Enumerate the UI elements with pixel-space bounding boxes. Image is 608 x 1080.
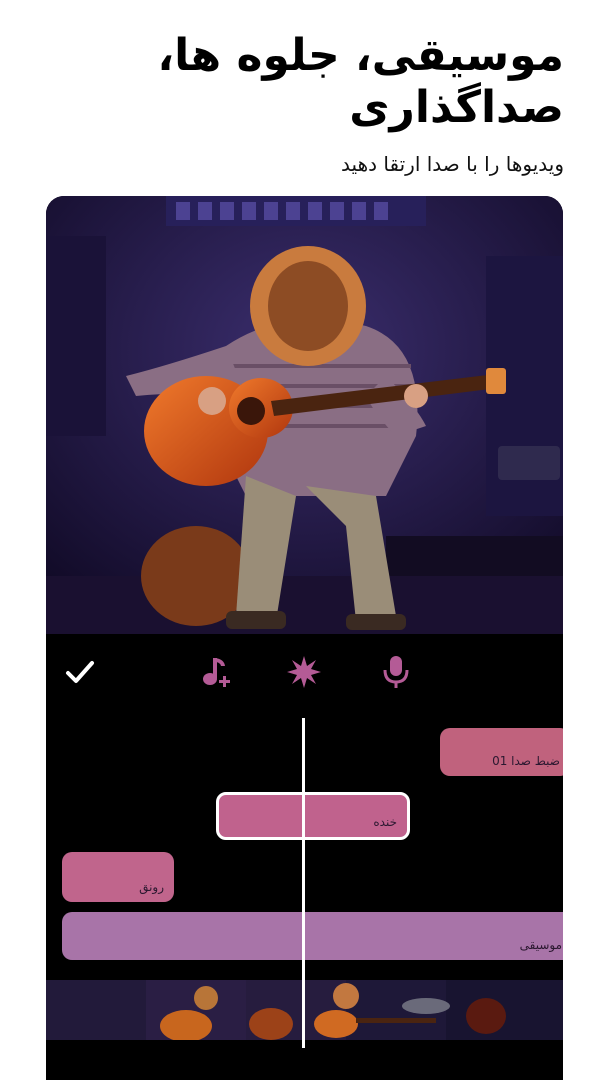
- audio-toolbar: [46, 634, 563, 714]
- check-icon[interactable]: [60, 652, 100, 692]
- starburst-icon[interactable]: [284, 652, 324, 692]
- headline: موسیقی، جلوه ها، صداگذاری: [157, 30, 564, 133]
- music-note-plus-icon[interactable]: [196, 652, 236, 692]
- clip-label: رونق: [139, 880, 164, 894]
- microphone-icon[interactable]: [376, 652, 416, 692]
- phone-screen: ضبط صدا 01 خنده رونق موسیقی: [46, 196, 563, 1080]
- clip-label: خنده: [373, 815, 397, 829]
- video-preview[interactable]: [46, 196, 563, 634]
- clip-label: موسیقی: [519, 938, 562, 952]
- playhead[interactable]: [302, 718, 305, 1048]
- clip-label: ضبط صدا 01: [492, 754, 560, 768]
- timeline-clip-music[interactable]: موسیقی: [62, 912, 563, 960]
- concert-photo: [46, 196, 563, 634]
- timeline-clip-boom[interactable]: رونق: [62, 852, 174, 902]
- subheadline: ویدیوها را با صدا ارتقا دهید: [341, 152, 564, 176]
- timeline-clip-laughter[interactable]: خنده: [216, 792, 410, 840]
- timeline-clip-recording[interactable]: ضبط صدا 01: [440, 728, 563, 776]
